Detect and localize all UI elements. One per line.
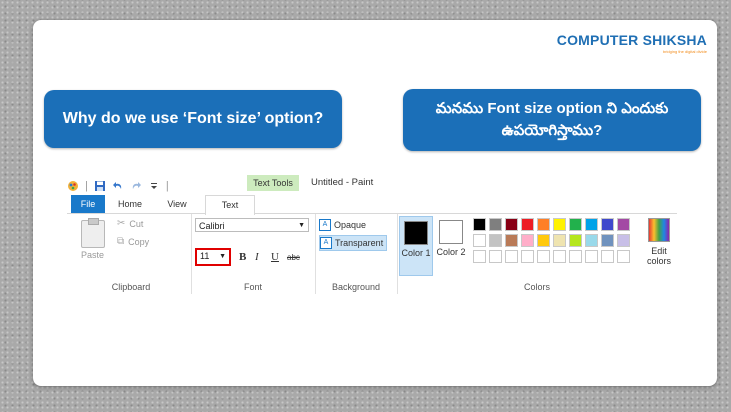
background-group-label: Background <box>331 282 381 292</box>
undo-icon[interactable] <box>112 180 124 192</box>
tab-view[interactable]: View <box>159 195 195 213</box>
copy-label: Copy <box>128 236 150 247</box>
palette-color-swatch[interactable] <box>569 250 582 263</box>
palette-color-swatch[interactable] <box>505 218 518 231</box>
copy-button[interactable]: ⧉ Copy <box>117 236 149 247</box>
font-size-select[interactable]: 11 ▼ <box>195 248 231 266</box>
ribbon-groups: Paste ✂ Cut ⧉ Copy Clipboard Calibri ▼ 1… <box>67 214 677 294</box>
colors-group: Color 1 Color 2 Edit colors Colors <box>397 214 677 294</box>
font-group-label: Font <box>243 282 262 292</box>
palette-color-swatch[interactable] <box>553 250 566 263</box>
palette-color-swatch[interactable] <box>489 234 502 247</box>
paste-icon[interactable] <box>81 218 105 248</box>
palette-color-swatch[interactable] <box>569 218 582 231</box>
clipboard-group-label: Clipboard <box>111 282 151 292</box>
palette-color-swatch[interactable] <box>569 234 582 247</box>
palette-color-swatch[interactable] <box>553 234 566 247</box>
opaque-icon: A <box>319 219 331 231</box>
question-telugu: మనము Font size option ని ఎందుకు ఉపయోగిస్… <box>403 89 701 151</box>
edit-colors-label: Edit colors <box>646 246 671 266</box>
ribbon-tabs: File Home View Text <box>67 195 677 215</box>
copy-icon: ⧉ <box>117 236 125 247</box>
logo-name: COMPUTER SHIKSHA <box>556 32 707 48</box>
background-group: A Opaque A Transparent Background <box>315 214 398 294</box>
text-tools-context-label: Text Tools <box>247 175 299 191</box>
scissors-icon: ✂ <box>117 218 126 229</box>
palette-color-swatch[interactable] <box>585 234 598 247</box>
palette-color-swatch[interactable] <box>601 234 614 247</box>
palette-color-swatch[interactable] <box>505 234 518 247</box>
palette-color-swatch[interactable] <box>521 234 534 247</box>
color1-button[interactable]: Color 1 <box>399 216 433 276</box>
palette-color-swatch[interactable] <box>601 250 614 263</box>
underline-button[interactable]: U <box>271 251 279 263</box>
opaque-button[interactable]: A Opaque <box>319 218 369 232</box>
cut-label: Cut <box>129 218 144 229</box>
separator: | <box>165 180 169 192</box>
palette-color-swatch[interactable] <box>537 234 550 247</box>
paint-app-icon <box>67 180 79 192</box>
tab-text[interactable]: Text <box>205 195 255 215</box>
color1-label: Color 1 <box>401 248 431 258</box>
palette-color-swatch[interactable] <box>585 250 598 263</box>
font-family-select[interactable]: Calibri ▼ <box>195 218 309 232</box>
paint-ribbon-screenshot: | | Text Tools Untitled - Paint File Hom… <box>67 173 677 294</box>
palette-color-swatch[interactable] <box>521 218 534 231</box>
italic-button[interactable]: I <box>255 251 259 263</box>
save-icon[interactable] <box>94 180 106 192</box>
opaque-label: Opaque <box>334 220 367 230</box>
chevron-down-icon: ▼ <box>298 222 305 229</box>
transparent-label: Transparent <box>335 238 384 248</box>
palette-color-swatch[interactable] <box>473 234 486 247</box>
palette-color-swatch[interactable] <box>505 250 518 263</box>
chevron-down-icon: ▼ <box>219 253 226 260</box>
redo-icon[interactable] <box>130 180 142 192</box>
bold-button[interactable]: B <box>239 251 246 263</box>
question-english: Why do we use ‘Font size’ option? <box>44 90 342 148</box>
palette-color-swatch[interactable] <box>489 218 502 231</box>
transparent-icon: A <box>320 237 332 249</box>
palette-color-swatch[interactable] <box>617 218 630 231</box>
tab-home[interactable]: Home <box>111 195 149 213</box>
tab-file[interactable]: File <box>71 195 105 213</box>
paste-button[interactable]: Paste <box>81 250 104 260</box>
colors-group-label: Colors <box>523 282 550 292</box>
palette-color-swatch[interactable] <box>473 218 486 231</box>
color-palette <box>473 218 630 263</box>
transparent-button[interactable]: A Transparent <box>319 235 388 251</box>
palette-color-swatch[interactable] <box>553 218 566 231</box>
palette-color-swatch[interactable] <box>537 218 550 231</box>
palette-color-swatch[interactable] <box>521 250 534 263</box>
strikethrough-button[interactable]: abc <box>287 253 300 262</box>
palette-color-swatch[interactable] <box>473 250 486 263</box>
color2-label: Color 2 <box>436 247 466 257</box>
color2-button[interactable]: Color 2 <box>435 216 467 274</box>
palette-color-swatch[interactable] <box>537 250 550 263</box>
font-size-value: 11 <box>200 251 210 261</box>
logo-tagline: bridging the digital divide <box>662 49 707 54</box>
color2-swatch <box>439 220 463 244</box>
slide: COMPUTER SHIKSHA bridging the digital di… <box>33 20 717 386</box>
palette-color-swatch[interactable] <box>617 250 630 263</box>
quick-access-toolbar: | | <box>67 177 169 195</box>
window-title: Untitled - Paint <box>311 177 374 188</box>
color1-swatch <box>404 221 428 245</box>
customize-toolbar-icon[interactable] <box>148 180 160 192</box>
cut-button[interactable]: ✂ Cut <box>117 218 143 229</box>
computer-shiksha-logo: COMPUTER SHIKSHA bridging the digital di… <box>557 32 707 54</box>
edit-colors-icon <box>648 218 670 242</box>
separator: | <box>85 180 88 192</box>
font-group: Calibri ▼ 11 ▼ B I U abc Font <box>191 214 316 294</box>
palette-color-swatch[interactable] <box>489 250 502 263</box>
palette-color-swatch[interactable] <box>585 218 598 231</box>
palette-color-swatch[interactable] <box>617 234 630 247</box>
font-family-value: Calibri <box>199 221 225 231</box>
edit-colors-button[interactable]: Edit colors <box>641 218 677 266</box>
palette-color-swatch[interactable] <box>601 218 614 231</box>
clipboard-group: Paste ✂ Cut ⧉ Copy Clipboard <box>71 214 192 294</box>
